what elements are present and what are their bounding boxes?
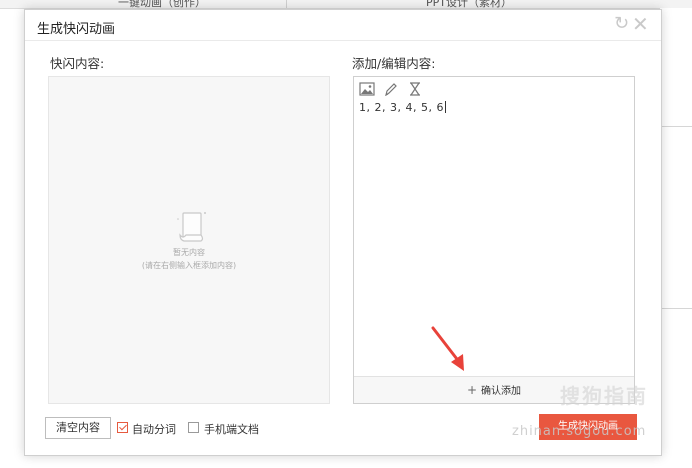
background-tab-design[interactable]: PPT设计（素材） <box>426 0 512 8</box>
pen-icon[interactable] <box>383 82 399 96</box>
tab-divider <box>286 0 287 8</box>
title-divider <box>25 40 661 41</box>
dialog-title: 生成快闪动画 <box>37 22 116 37</box>
refresh-icon[interactable]: ↻ <box>614 13 629 34</box>
watermark-url: zhinan.sogou.com <box>512 424 647 439</box>
flash-content-preview: 暂无内容 (请在右侧输入框添加内容) <box>48 76 330 404</box>
background-tab-bar: 一键动画（创作） PPT设计（素材） <box>0 0 692 9</box>
mobile-doc-checkbox[interactable] <box>188 422 199 433</box>
background-divider <box>660 126 692 127</box>
content-editor[interactable]: 1, 2, 3, 4, 5, 6 + 确认添加 <box>353 76 635 404</box>
confirm-add-label: 确认添加 <box>481 386 522 397</box>
edit-content-label: 添加/编辑内容: <box>352 56 436 71</box>
plus-icon: + <box>466 383 478 397</box>
text-caret <box>444 101 446 113</box>
annotation-arrow-icon <box>431 326 464 371</box>
flash-content-label: 快闪内容: <box>50 56 105 71</box>
background-divider <box>660 308 692 309</box>
watermark-logo: 搜狗指南 <box>560 384 648 408</box>
clear-content-button[interactable]: 清空内容 <box>45 417 111 439</box>
auto-split-checkbox[interactable] <box>117 422 128 433</box>
empty-state-title: 暂无内容 <box>173 248 205 257</box>
background-slide-glyph <box>660 236 692 292</box>
hourglass-icon[interactable] <box>407 82 423 96</box>
image-icon[interactable] <box>359 82 375 96</box>
background-tab-create[interactable]: 一键动画（创作） <box>118 0 206 8</box>
auto-split-label[interactable]: 自动分词 <box>132 421 176 437</box>
editor-text-value: 1, 2, 3, 4, 5, 6 <box>359 101 444 114</box>
close-icon[interactable]: ✕ <box>632 12 649 36</box>
empty-doc-icon <box>177 212 206 242</box>
empty-state-hint: (请在右侧输入框添加内容) <box>141 261 237 270</box>
editor-input[interactable]: 1, 2, 3, 4, 5, 6 <box>359 101 446 114</box>
mobile-doc-label[interactable]: 手机端文档 <box>204 421 259 437</box>
